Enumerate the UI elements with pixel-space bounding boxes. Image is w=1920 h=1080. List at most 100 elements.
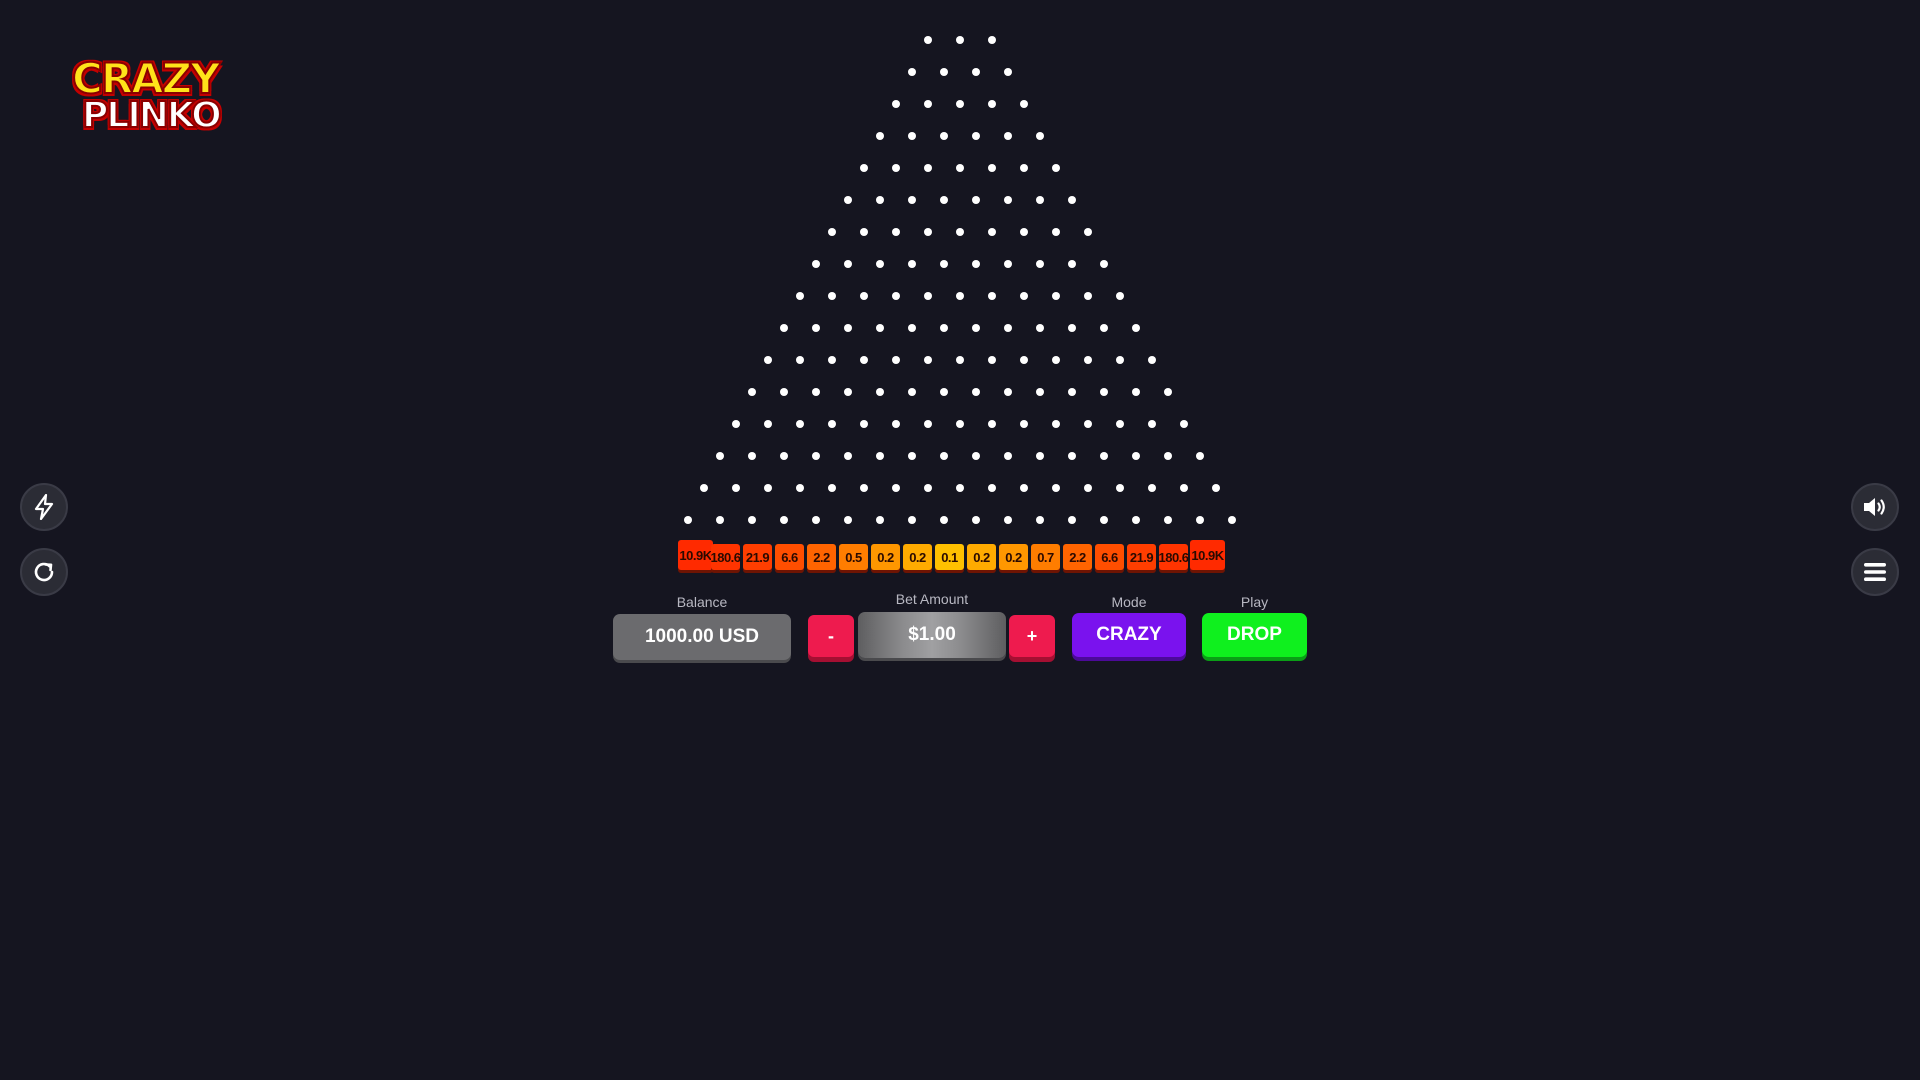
peg (1116, 484, 1124, 492)
peg (876, 388, 884, 396)
peg (1164, 516, 1172, 524)
peg (988, 356, 996, 364)
peg (1004, 196, 1012, 204)
peg (892, 228, 900, 236)
peg (1068, 324, 1076, 332)
multiplier-slot: 6.6 (1095, 544, 1124, 570)
peg (972, 324, 980, 332)
play-label: Play (1240, 594, 1269, 610)
peg (1036, 516, 1044, 524)
peg (972, 452, 980, 460)
peg (988, 164, 996, 172)
peg (1100, 516, 1108, 524)
peg (908, 324, 916, 332)
multiplier-slot: 21.9 (1127, 544, 1156, 570)
peg (828, 484, 836, 492)
peg (1180, 420, 1188, 428)
peg (1004, 68, 1012, 76)
peg (860, 164, 868, 172)
multiplier-slot: 0.2 (871, 544, 900, 570)
peg (1084, 228, 1092, 236)
peg (892, 292, 900, 300)
peg (1052, 484, 1060, 492)
peg (1084, 420, 1092, 428)
peg (844, 196, 852, 204)
peg (1100, 324, 1108, 332)
peg (1052, 292, 1060, 300)
peg (780, 452, 788, 460)
bet-amount-label: Bet Amount (895, 591, 969, 607)
multiplier-slot: 10.9K (678, 540, 713, 570)
peg (1196, 452, 1204, 460)
drop-button[interactable]: DROP (1202, 613, 1307, 657)
peg (1100, 452, 1108, 460)
peg (796, 420, 804, 428)
peg (1100, 388, 1108, 396)
peg (828, 356, 836, 364)
peg (764, 420, 772, 428)
peg (1212, 484, 1220, 492)
peg (940, 260, 948, 268)
peg (1004, 516, 1012, 524)
peg (972, 196, 980, 204)
peg (1020, 484, 1028, 492)
peg (1132, 324, 1140, 332)
peg (796, 356, 804, 364)
peg (1196, 516, 1204, 524)
peg (1164, 388, 1172, 396)
peg (860, 420, 868, 428)
peg (796, 484, 804, 492)
increase-bet-button[interactable]: + (1009, 615, 1055, 657)
balance-display: 1000.00 USD (613, 614, 791, 660)
peg (1004, 452, 1012, 460)
peg (908, 452, 916, 460)
peg (1132, 516, 1140, 524)
peg (1036, 324, 1044, 332)
decrease-bet-button[interactable]: - (808, 615, 854, 657)
peg (892, 100, 900, 108)
peg (1084, 484, 1092, 492)
peg (780, 388, 788, 396)
peg (1004, 132, 1012, 140)
peg (972, 132, 980, 140)
bet-amount-display[interactable]: $1.00 (858, 612, 1006, 658)
multiplier-slot: 10.9K (1190, 540, 1225, 570)
peg (748, 516, 756, 524)
peg (1052, 420, 1060, 428)
peg (1116, 420, 1124, 428)
peg (844, 452, 852, 460)
peg (780, 324, 788, 332)
peg (1052, 164, 1060, 172)
peg (1084, 356, 1092, 364)
peg (972, 68, 980, 76)
multiplier-slot: 180.6 (710, 544, 741, 570)
multiplier-slot: 0.2 (903, 544, 932, 570)
peg (860, 228, 868, 236)
peg (940, 516, 948, 524)
peg (956, 228, 964, 236)
peg (732, 420, 740, 428)
peg (924, 420, 932, 428)
peg (700, 484, 708, 492)
multiplier-slot: 0.2 (999, 544, 1028, 570)
peg (892, 420, 900, 428)
peg (940, 452, 948, 460)
peg (1068, 388, 1076, 396)
peg (876, 260, 884, 268)
multiplier-slot: 6.6 (775, 544, 804, 570)
peg (876, 324, 884, 332)
mode-button[interactable]: CRAZY (1072, 613, 1186, 657)
peg (1020, 292, 1028, 300)
peg (908, 68, 916, 76)
peg (972, 516, 980, 524)
mode-label: Mode (1111, 594, 1147, 610)
peg (876, 516, 884, 524)
peg (956, 356, 964, 364)
peg (1068, 260, 1076, 268)
peg (1068, 452, 1076, 460)
peg (1148, 356, 1156, 364)
peg (988, 484, 996, 492)
peg (988, 228, 996, 236)
peg (764, 484, 772, 492)
peg (956, 484, 964, 492)
